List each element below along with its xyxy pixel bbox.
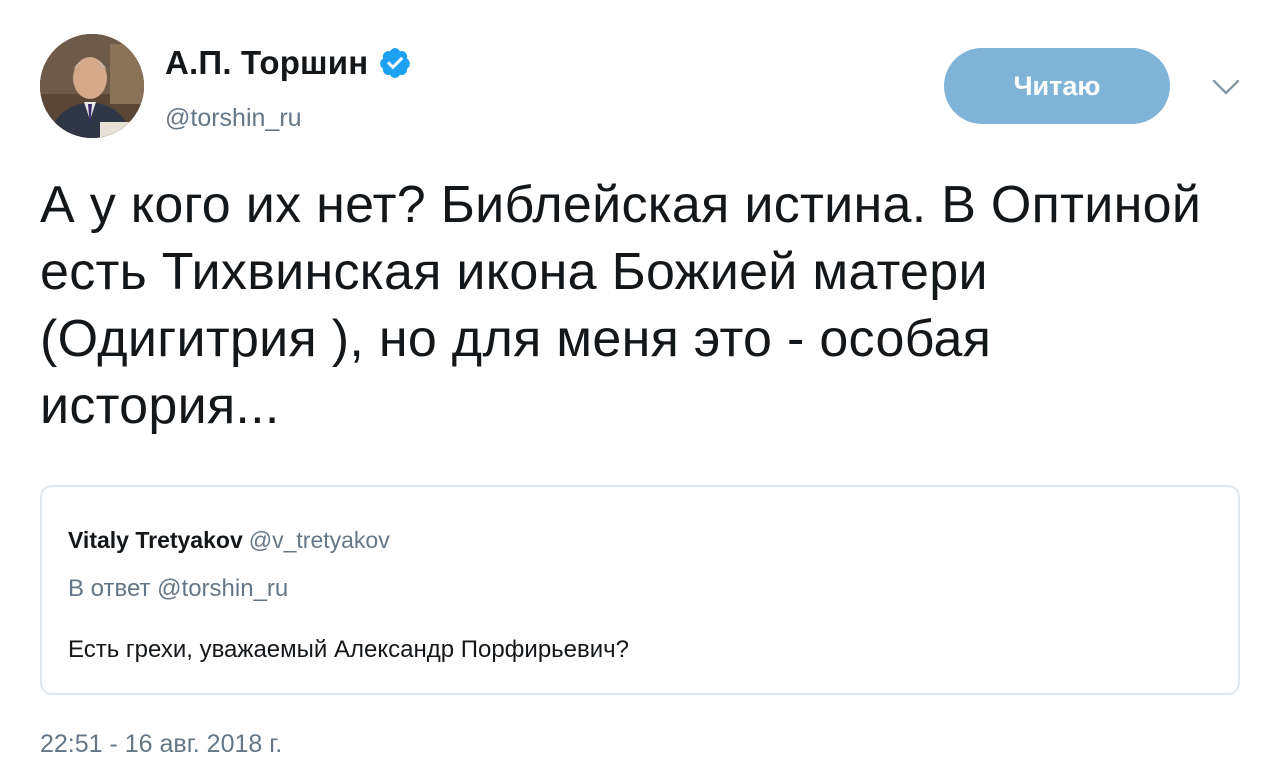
quoted-tweet-card[interactable]: Vitaly Tretyakov @v_tretyakov В ответ @to… <box>40 485 1240 695</box>
avatar[interactable] <box>40 34 144 138</box>
chevron-down-icon <box>1212 79 1240 95</box>
tweet: А.П. Торшин @torshin_ru Читаю А у кого и… <box>0 0 1280 783</box>
tweet-timestamp[interactable]: 22:51 - 16 авг. 2018 г. <box>40 730 282 759</box>
tweet-text: А у кого их нет? Библейская истина. В Оп… <box>40 176 1202 435</box>
quoted-author-handle: @v_tretyakov <box>248 527 390 553</box>
quoted-reply-context: В ответ @torshin_ru <box>68 575 289 602</box>
verified-badge-icon <box>380 48 411 78</box>
author-name[interactable]: А.П. Торшин <box>165 44 368 82</box>
author-name-row[interactable]: А.П. Торшин <box>165 44 412 82</box>
avatar-photo-icon <box>40 34 144 138</box>
follow-button[interactable]: Читаю <box>944 48 1170 124</box>
quoted-tweet-text: Есть грехи, уважаемый Александр Порфирье… <box>68 636 630 663</box>
author-handle[interactable]: @torshin_ru <box>165 104 302 133</box>
more-options-button[interactable] <box>1208 72 1244 102</box>
quoted-author-name: Vitaly Tretyakov <box>68 527 243 553</box>
quoted-tweet-header: Vitaly Tretyakov @v_tretyakov <box>68 527 390 554</box>
